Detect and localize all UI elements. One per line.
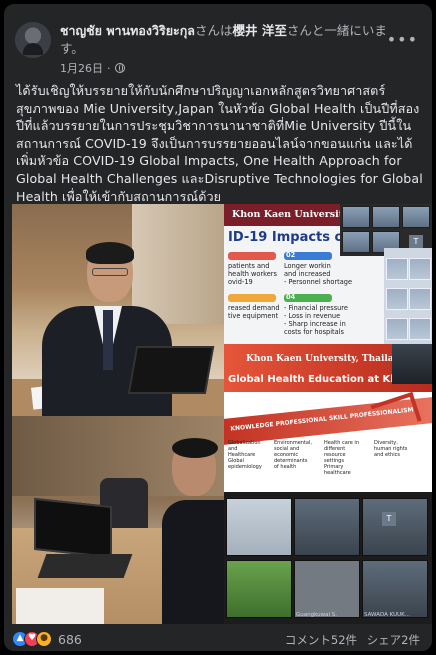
slide-line-8: - Personnel shortage (284, 278, 353, 286)
zoom-gallery-right (384, 248, 432, 344)
gallery-thumb (409, 288, 431, 310)
zoom-tile (226, 498, 292, 556)
slide-global-health-education[interactable]: Khon Kaen University, Thailand Global He… (224, 344, 432, 492)
photo-laptop (127, 346, 215, 394)
photo2-person (162, 438, 224, 624)
person-tie (103, 310, 113, 370)
post-date[interactable]: 1月26日 (60, 60, 103, 76)
gallery-thumb (386, 318, 408, 340)
gallery-thumb (386, 258, 408, 280)
more-dots-icon[interactable]: ••• (387, 30, 418, 49)
comments-link[interactable]: コメント52件 (285, 633, 357, 647)
slide2-arrow (370, 391, 422, 435)
post-header: ชาญชัย พานทองวิริยะกุลさんは櫻井 洋至さんと一緒にいます。… (4, 4, 432, 76)
slide-bar-red (228, 252, 276, 260)
zoom-thumb-initial: T (409, 235, 423, 249)
slide-line-2: health workers (228, 270, 277, 278)
zoom-tile-label: Guangkuwai S. (296, 612, 337, 618)
slide2-column: Globalization and Healthcare Global epid… (228, 440, 262, 470)
reaction-summary[interactable]: ▲ ♥ ● 686 (12, 631, 82, 647)
slide2-column: Environmental, social and economic deter… (274, 440, 312, 470)
slide-line-5: tive equipment (228, 312, 279, 320)
author-line: ชาญชัย พานทองวิริยะกุลさんは櫻井 洋至さんと一緒にいます。 (60, 22, 390, 58)
slide2-column: Health care in different resource settin… (324, 440, 359, 476)
photo-man-laptop[interactable] (12, 204, 224, 416)
zoom-thumb (342, 206, 370, 228)
wow-reaction-icon: ● (36, 631, 52, 647)
slide-covid-impacts[interactable]: Khon Kaen University, Thailand ID-19 Imp… (224, 204, 432, 344)
slide-line-9: - Financial pressure (284, 304, 348, 312)
slide-line-6: Longer workin (284, 262, 331, 270)
person-hair (86, 242, 134, 264)
slide2-column: Diversity, human rights and ethics (374, 440, 408, 458)
zoom-tile (294, 498, 360, 556)
zoom-tile (226, 560, 292, 618)
slide2-banner-text: Khon Kaen University, Thailand (246, 354, 407, 364)
slide-line-11: - Sharp increase in (284, 320, 346, 328)
post-card: ชาญชัย พานทองวิริยะกุลさんは櫻井 洋至さんと一緒にいます。… (4, 4, 432, 651)
zoom-tile-initial: T (382, 512, 396, 526)
slide-line-10: - Loss in revenue (284, 312, 341, 320)
slide-line-4: reased demand (228, 304, 280, 312)
zoom-thumb (402, 206, 430, 228)
photo2-laptop (34, 497, 112, 559)
photo2-papers (16, 588, 104, 624)
post-meta: 1月26日 · (60, 60, 125, 76)
globe-icon (114, 63, 125, 73)
author-avatar[interactable] (15, 22, 51, 58)
photo2-keyboard (37, 554, 133, 578)
engagement-counts: コメント52件 シェア2件 (285, 632, 420, 648)
slide-line-12: costs for hospitals (284, 328, 344, 336)
gallery-thumb (409, 318, 431, 340)
slide-line-1: patients and (228, 262, 270, 270)
person2-hair (172, 438, 218, 458)
zoom-tile (294, 560, 360, 618)
slide-line-7: and increased (284, 270, 331, 278)
with-text: さんは (194, 23, 233, 38)
zoom-grid[interactable]: T Guangkuwai S. SAWADA KUUK... (224, 492, 432, 624)
author-name[interactable]: ชาญชัย พานทองวิริยะกุล (60, 23, 195, 38)
slide-badge-02: 02 (286, 251, 296, 259)
zoom-thumb (342, 231, 370, 253)
gallery-thumb (386, 288, 408, 310)
zoom-tile-label: SAWADA KUUK... (364, 612, 410, 618)
post-media[interactable]: Khon Kaen University, Thailand ID-19 Imp… (12, 204, 432, 624)
slide-bar-orange (228, 294, 276, 302)
reaction-count: 686 (58, 631, 82, 647)
slide-badge-04: 04 (286, 293, 296, 301)
person-glasses (92, 268, 128, 276)
photo-man-desk[interactable] (12, 416, 224, 624)
tagged-name[interactable]: 櫻井 洋至 (232, 23, 286, 38)
zoom-tile (362, 498, 428, 556)
post-footer: ▲ ♥ ● 686 コメント52件 シェア2件 (4, 624, 432, 651)
post-body: ได้รับเชิญให้บรรยายให้กับนักศึกษาปริญญาเ… (16, 83, 423, 204)
meta-separator: · (107, 61, 111, 75)
person2-body (162, 500, 224, 624)
gallery-thumb (409, 258, 431, 280)
slide-line-3: ovid-19 (228, 278, 253, 286)
zoom-thumb (372, 206, 400, 228)
zoom-tile (362, 560, 428, 618)
slide2-camera-feed (392, 344, 432, 384)
shares-link[interactable]: シェア2件 (367, 633, 420, 647)
